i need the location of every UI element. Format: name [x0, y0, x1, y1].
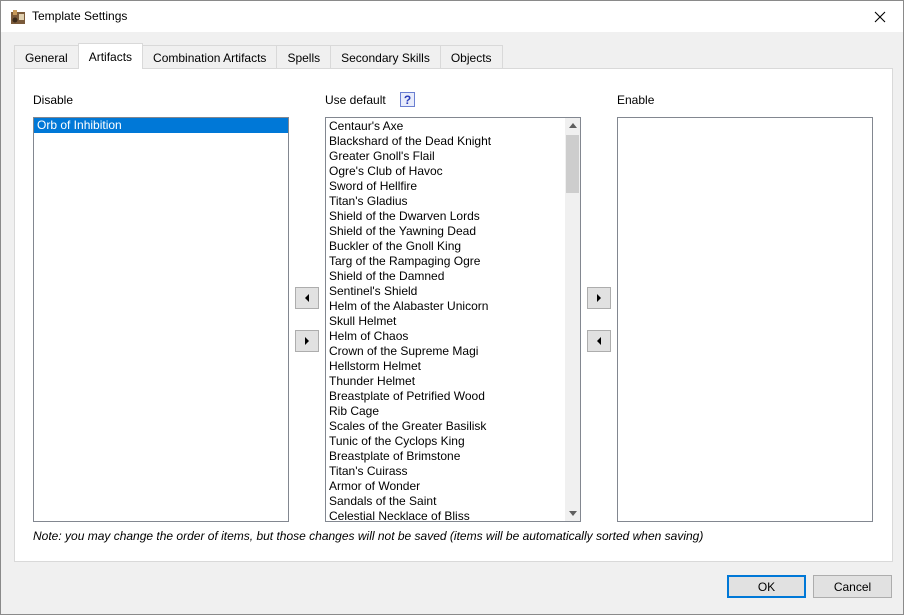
close-icon — [874, 11, 886, 22]
use-default-list[interactable]: Centaur's Axe Blackshard of the Dead Knig… — [325, 117, 581, 522]
list-item[interactable]: Breastplate of Petrified Wood — [326, 389, 580, 404]
list-item[interactable]: Sword of Hellfire — [326, 179, 580, 194]
enable-label: Enable — [617, 93, 655, 107]
tab-combination-artifacts[interactable]: Combination Artifacts — [142, 45, 278, 69]
list-item[interactable]: Hellstorm Helmet — [326, 359, 580, 374]
list-item[interactable]: Titan's Gladius — [326, 194, 580, 209]
list-item[interactable]: Breastplate of Brimstone — [326, 449, 580, 464]
cancel-button[interactable]: Cancel — [813, 575, 892, 598]
list-item[interactable]: Orb of Inhibition — [34, 118, 288, 133]
list-item[interactable]: Sentinel's Shield — [326, 284, 580, 299]
enable-list[interactable] — [617, 117, 873, 522]
tab-objects[interactable]: Objects — [439, 45, 503, 69]
note-text: Note: you may change the order of items,… — [33, 529, 704, 543]
title-bar: Template Settings — [1, 1, 903, 32]
list-item[interactable]: Ogre's Club of Havoc — [326, 164, 580, 179]
list-item[interactable]: Celestial Necklace of Bliss — [326, 509, 580, 521]
list-item[interactable]: Skull Helmet — [326, 314, 580, 329]
arrow-right-icon — [597, 294, 601, 302]
list-item[interactable]: Shield of the Damned — [326, 269, 580, 284]
window-title: Template Settings — [32, 9, 128, 23]
disable-label: Disable — [33, 93, 74, 107]
tab-artifacts[interactable]: Artifacts — [77, 43, 144, 69]
move-from-disable-button[interactable] — [295, 330, 319, 352]
list-item[interactable]: Sandals of the Saint — [326, 494, 580, 509]
list-item[interactable]: Greater Gnoll's Flail — [326, 149, 580, 164]
tab-secondary-skills[interactable]: Secondary Skills — [330, 45, 441, 69]
list-item[interactable]: Buckler of the Gnoll King — [326, 239, 580, 254]
question-mark-icon[interactable]: ? — [400, 92, 415, 107]
list-item[interactable]: Crown of the Supreme Magi — [326, 344, 580, 359]
list-item[interactable]: Thunder Helmet — [326, 374, 580, 389]
move-from-enable-button[interactable] — [587, 330, 611, 352]
move-to-disable-button[interactable] — [295, 287, 319, 309]
list-item[interactable]: Targ of the Rampaging Ogre — [326, 254, 580, 269]
arrow-left-icon — [305, 294, 309, 302]
scrollbar-thumb[interactable] — [566, 135, 579, 193]
list-item[interactable]: Helm of Chaos — [326, 329, 580, 344]
tab-general[interactable]: General — [14, 45, 79, 69]
list-item[interactable]: Helm of the Alabaster Unicorn — [326, 299, 580, 314]
app-icon — [11, 10, 25, 24]
tab-bar: General Artifacts Combination Artifacts … — [14, 43, 503, 69]
list-item[interactable]: Scales of the Greater Basilisk — [326, 419, 580, 434]
scroll-down-icon — [568, 511, 577, 516]
scroll-up-icon — [568, 123, 577, 128]
tab-spells[interactable]: Spells — [276, 45, 332, 69]
list-item[interactable]: Shield of the Dwarven Lords — [326, 209, 580, 224]
use-default-items: Centaur's Axe Blackshard of the Dead Knig… — [326, 118, 580, 521]
template-settings-window: Template Settings General Artifacts Comb… — [0, 0, 904, 615]
list-item[interactable]: Titan's Cuirass — [326, 464, 580, 479]
arrow-right-icon — [305, 337, 309, 345]
disable-list[interactable]: Orb of Inhibition — [33, 117, 289, 522]
list-item[interactable]: Shield of the Yawning Dead — [326, 224, 580, 239]
arrow-left-icon — [597, 337, 601, 345]
scroll-down-button[interactable] — [565, 506, 580, 521]
list-item[interactable]: Rib Cage — [326, 404, 580, 419]
list-item[interactable]: Armor of Wonder — [326, 479, 580, 494]
move-to-enable-button[interactable] — [587, 287, 611, 309]
list-item[interactable]: Blackshard of the Dead Knight — [326, 134, 580, 149]
close-button[interactable] — [857, 1, 903, 32]
list-item[interactable]: Centaur's Axe — [326, 119, 580, 134]
use-default-scrollbar[interactable] — [565, 118, 580, 521]
scroll-up-button[interactable] — [565, 118, 580, 133]
list-item[interactable]: Tunic of the Cyclops King — [326, 434, 580, 449]
use-default-label: Use default — [325, 93, 386, 107]
ok-button[interactable]: OK — [727, 575, 806, 598]
